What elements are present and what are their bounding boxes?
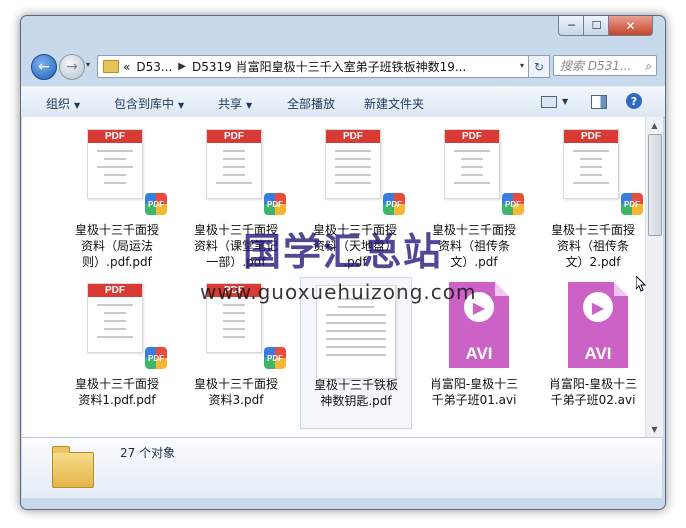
chevron-down-icon[interactable]: ▼ xyxy=(562,97,568,106)
file-name: 皇极十三千面授 资料3.pdf xyxy=(193,377,278,407)
pdf-thumbnail: PDF PDF xyxy=(325,129,405,215)
play-icon: ▶ xyxy=(583,292,613,322)
breadcrumb-separator-icon[interactable]: ▶ xyxy=(178,61,186,72)
chevron-down-icon: ▼ xyxy=(74,101,81,110)
include-library-menu[interactable]: 包含到库中 ▼ xyxy=(114,95,184,112)
play-all-button[interactable]: 全部播放 xyxy=(287,95,335,112)
refresh-button[interactable]: ↻ xyxy=(528,55,550,78)
pdf-thumbnail: PDF PDF xyxy=(87,283,167,369)
file-name: 肖富阳-皇极十三 千弟子班01.avi xyxy=(429,377,519,407)
watermark-url: www.guoxuehuizong.com xyxy=(200,280,477,304)
breadcrumb-item-current[interactable]: D5319 肖富阳皇极十三千入室弟子班铁板神数19... xyxy=(192,58,466,75)
object-count: 27 个对象 xyxy=(120,446,176,460)
folder-icon xyxy=(52,446,94,488)
share-label: 共享 xyxy=(218,97,243,111)
pdf-app-icon: PDF xyxy=(621,193,643,215)
organize-label: 组织 xyxy=(46,97,71,111)
pdf-thumbnail: PDF PDF xyxy=(563,129,643,215)
navigation-bar: ← → ▾ « D53... ▶ D5319 肖富阳皇极十三千入室弟子班铁板神数… xyxy=(21,52,665,82)
pdf-band: PDF xyxy=(564,130,618,143)
address-bar[interactable]: « D53... ▶ D5319 肖富阳皇极十三千入室弟子班铁板神数19... … xyxy=(97,55,529,78)
pdf-thumbnail: PDF PDF xyxy=(87,129,167,215)
back-button[interactable]: ← xyxy=(31,54,57,80)
pdf-thumbnail: PDF PDF xyxy=(206,129,286,215)
refresh-icon: ↻ xyxy=(533,59,545,74)
pdf-band: PDF xyxy=(207,130,261,143)
scroll-down-icon[interactable]: ▼ xyxy=(646,421,663,437)
folder-icon xyxy=(103,60,119,73)
maximize-button[interactable]: ☐ xyxy=(583,16,610,36)
search-input[interactable]: 搜索 D531... ⌕ xyxy=(553,55,657,76)
avi-label: AVI xyxy=(584,344,612,363)
pdf-app-icon: PDF xyxy=(145,193,167,215)
avi-label: AVI xyxy=(465,344,493,363)
file-name: 皇极十三千面授 资料（祖传条 文）2.pdf xyxy=(550,223,635,269)
pdf-app-icon: PDF xyxy=(383,193,405,215)
file-item[interactable]: ▶ AVI 肖富阳-皇极十三 千弟子班02.avi xyxy=(538,277,645,427)
watermark-text: 国学汇总站 xyxy=(243,230,444,274)
pdf-band: PDF xyxy=(88,130,142,143)
file-item[interactable]: PDF PDF 皇极十三千面授 资料（局运法 则）.pdf.pdf xyxy=(62,123,172,273)
help-icon[interactable]: ? xyxy=(626,93,642,109)
minimize-button[interactable]: ─ xyxy=(558,16,585,36)
close-button[interactable]: ✕ xyxy=(608,16,653,36)
address-dropdown-icon[interactable]: ▾ xyxy=(520,61,524,70)
organize-menu[interactable]: 组织 ▼ xyxy=(46,95,80,112)
vertical-scrollbar[interactable]: ▲ ▼ xyxy=(645,117,663,437)
pdf-app-icon: PDF xyxy=(264,193,286,215)
file-item[interactable]: PDF PDF 皇极十三千面授 资料（祖传条 文）2.pdf xyxy=(538,123,645,273)
recent-pages-dropdown-icon[interactable]: ▾ xyxy=(86,60,90,69)
pdf-app-icon: PDF xyxy=(264,347,286,369)
breadcrumb-item-parent[interactable]: D53... xyxy=(136,60,172,74)
scroll-up-icon[interactable]: ▲ xyxy=(646,117,663,133)
chevron-down-icon: ▼ xyxy=(246,101,253,110)
file-name: 皇极十三千面授 资料1.pdf.pdf xyxy=(74,377,159,407)
share-menu[interactable]: 共享 ▼ xyxy=(218,95,252,112)
scroll-thumb[interactable] xyxy=(648,134,662,236)
include-library-label: 包含到库中 xyxy=(114,97,175,111)
pdf-app-icon: PDF xyxy=(145,347,167,369)
file-name: 皇极十三千铁板 神数钥匙.pdf xyxy=(313,378,398,408)
avi-file-icon: ▶ AVI xyxy=(568,282,628,368)
command-bar: 组织 ▼ 包含到库中 ▼ 共享 ▼ 全部播放 新建文件夹 ▼ ? xyxy=(21,86,665,118)
change-view-icon[interactable] xyxy=(541,96,557,108)
back-arrow-icon: ← xyxy=(38,59,50,75)
search-placeholder: 搜索 D531... xyxy=(560,59,632,73)
chevron-down-icon: ▼ xyxy=(178,101,185,110)
forward-button[interactable]: → xyxy=(59,54,85,80)
forward-arrow-icon: → xyxy=(66,59,78,75)
pdf-band: PDF xyxy=(445,130,499,143)
file-name: 肖富阳-皇极十三 千弟子班02.avi xyxy=(548,377,638,407)
pdf-band: PDF xyxy=(88,284,142,297)
pdf-thumbnail: PDF PDF xyxy=(444,129,524,215)
preview-pane-icon[interactable] xyxy=(591,95,607,109)
details-pane: 27 个对象 xyxy=(22,437,662,498)
file-list: PDF PDF 皇极十三千面授 资料（局运法 则）.pdf.pdf PDF PDF … xyxy=(22,117,645,437)
new-folder-button[interactable]: 新建文件夹 xyxy=(364,95,424,112)
search-icon[interactable]: ⌕ xyxy=(645,59,652,74)
file-item[interactable]: PDF PDF 皇极十三千面授 资料1.pdf.pdf xyxy=(62,277,172,427)
pdf-app-icon: PDF xyxy=(502,193,524,215)
file-name: 皇极十三千面授 资料（局运法 则）.pdf.pdf xyxy=(74,223,159,269)
pdf-band: PDF xyxy=(326,130,380,143)
mouse-cursor-icon xyxy=(636,276,646,292)
breadcrumb-overflow[interactable]: « xyxy=(123,60,130,74)
